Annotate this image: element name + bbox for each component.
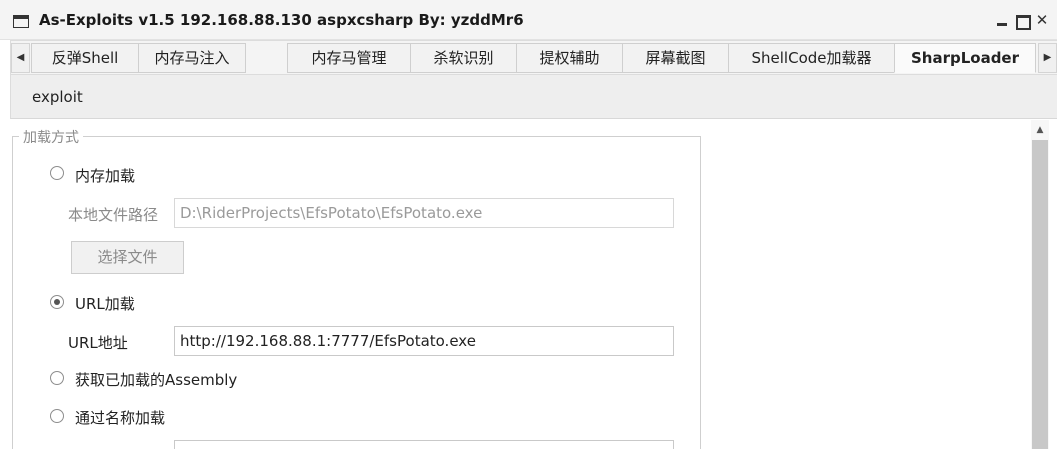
url-field[interactable]: http://192.168.88.1:7777/EfsPotato.exe bbox=[174, 326, 674, 356]
radio-memory-load-label[interactable]: 内存加载 bbox=[75, 165, 135, 186]
tab-screenshot[interactable]: 屏幕截图 bbox=[622, 43, 729, 73]
radio-loaded-assembly-label[interactable]: 获取已加载的Assembly bbox=[75, 369, 237, 390]
vertical-scrollbar[interactable]: ▲ bbox=[1031, 120, 1049, 449]
radio-load-by-name[interactable] bbox=[50, 409, 64, 423]
radio-memory-load[interactable] bbox=[50, 166, 64, 180]
radio-url-load-label[interactable]: URL加载 bbox=[75, 293, 135, 314]
load-method-legend: 加载方式 bbox=[19, 127, 83, 147]
tab-shellcode-loader[interactable]: ShellCode加载器 bbox=[728, 43, 895, 73]
arrow-left-icon: ◀ bbox=[16, 52, 25, 63]
arrow-right-icon: ▶ bbox=[1043, 52, 1052, 63]
close-icon[interactable]: ✕ bbox=[1035, 12, 1049, 28]
radio-url-load[interactable] bbox=[50, 295, 64, 309]
tab-reverse-shell[interactable]: 反弹Shell bbox=[31, 43, 139, 73]
title-bar: As-Exploits v1.5 192.168.88.130 aspxcsha… bbox=[0, 0, 1057, 40]
tab-memshell-inject[interactable]: 内存马注入 bbox=[138, 43, 246, 73]
name-field[interactable] bbox=[174, 440, 674, 449]
tab-scroll-left-button[interactable]: ◀ bbox=[11, 43, 30, 73]
tab-av-detect[interactable]: 杀软识别 bbox=[410, 43, 517, 73]
scrollbar-thumb[interactable] bbox=[1032, 140, 1048, 449]
subtab-exploit[interactable]: exploit bbox=[32, 88, 83, 106]
local-path-field[interactable]: D:\RiderProjects\EfsPotato\EfsPotato.exe bbox=[174, 198, 674, 228]
url-label: URL地址 bbox=[68, 334, 128, 352]
maximize-icon[interactable] bbox=[1015, 12, 1031, 30]
radio-loaded-assembly[interactable] bbox=[50, 371, 64, 385]
minimize-icon[interactable] bbox=[995, 12, 1009, 28]
sub-tab-bar: exploit bbox=[10, 75, 1057, 119]
choose-file-button[interactable]: 选择文件 bbox=[71, 241, 184, 274]
tab-memshell-manage[interactable]: 内存马管理 bbox=[287, 43, 411, 73]
tab-privesc-helper[interactable]: 提权辅助 bbox=[516, 43, 623, 73]
scroll-up-icon[interactable]: ▲ bbox=[1031, 124, 1049, 136]
main-tab-strip: ◀ 反弹Shell 内存马注入 内存马管理 杀软识别 提权辅助 屏幕截图 She… bbox=[10, 40, 1057, 75]
window-title: As-Exploits v1.5 192.168.88.130 aspxcsha… bbox=[39, 11, 524, 29]
window-icon bbox=[13, 15, 29, 28]
local-path-label: 本地文件路径 bbox=[68, 206, 159, 224]
tab-scroll-right-button[interactable]: ▶ bbox=[1038, 43, 1057, 73]
radio-load-by-name-label[interactable]: 通过名称加载 bbox=[75, 407, 165, 428]
tab-sharploader[interactable]: SharpLoader bbox=[894, 43, 1036, 73]
